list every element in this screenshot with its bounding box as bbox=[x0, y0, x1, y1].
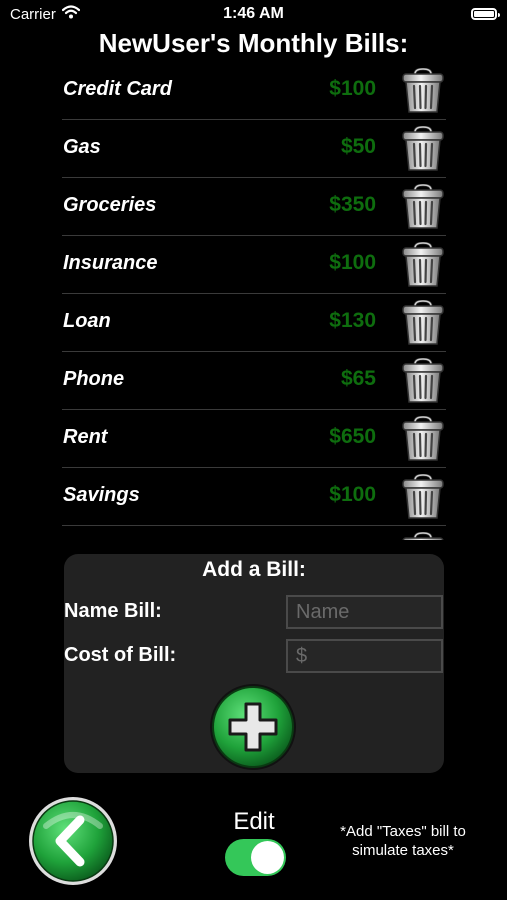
bill-amount: $50 bbox=[340, 135, 376, 158]
battery-icon bbox=[471, 8, 500, 20]
bill-amount: $100 bbox=[329, 483, 376, 506]
trash-icon[interactable] bbox=[400, 126, 446, 172]
bill-amount: $130 bbox=[329, 309, 376, 332]
status-time: 1:46 AM bbox=[223, 5, 284, 22]
bill-name: Loan bbox=[63, 310, 111, 332]
trash-icon[interactable] bbox=[400, 242, 446, 288]
add-bill-title: Add a Bill: bbox=[202, 558, 306, 581]
bill-row[interactable]: Rent $650 bbox=[62, 410, 446, 468]
bills-list[interactable]: Credit Card $100 Gas $50 Groceries $350 Insura… bbox=[62, 62, 446, 540]
bill-name: Groceries bbox=[63, 194, 157, 216]
bill-row[interactable]: Insurance $100 bbox=[62, 236, 446, 294]
bill-name: Insurance bbox=[63, 252, 158, 274]
trash-icon[interactable] bbox=[400, 532, 446, 540]
trash-icon[interactable] bbox=[400, 358, 446, 404]
bill-row[interactable]: Toilet ...$50 bbox=[62, 526, 446, 540]
bill-row[interactable]: Loan $130 bbox=[62, 294, 446, 352]
bill-name: Credit Card bbox=[63, 78, 172, 100]
bill-row[interactable]: Savings $100 bbox=[62, 468, 446, 526]
cost-of-bill-label: Cost of Bill: bbox=[64, 644, 177, 666]
add-bill-panel: Add a Bill: Name Bill: Cost of Bill: bbox=[64, 554, 444, 773]
bill-row[interactable]: Credit Card $100 bbox=[62, 62, 446, 120]
bill-row[interactable]: Groceries $350 bbox=[62, 178, 446, 236]
bill-cost-input[interactable] bbox=[286, 639, 443, 673]
bill-row[interactable]: Gas $50 bbox=[62, 120, 446, 178]
bill-name: Phone bbox=[63, 368, 125, 390]
bill-amount: $650 bbox=[329, 425, 376, 448]
name-bill-label: Name Bill: bbox=[64, 600, 162, 622]
trash-icon[interactable] bbox=[400, 68, 446, 114]
bill-amount: $100 bbox=[329, 77, 376, 100]
trash-icon[interactable] bbox=[400, 300, 446, 346]
status-bar: Carrier 1:46 AM bbox=[0, 0, 507, 30]
edit-label: Edit bbox=[233, 808, 275, 835]
bill-name-input[interactable] bbox=[286, 595, 443, 629]
bill-amount: $100 bbox=[329, 251, 376, 274]
trash-icon[interactable] bbox=[400, 184, 446, 230]
bill-name: Gas bbox=[63, 136, 101, 158]
taxes-note: *Add "Taxes" bill to simulate taxes* bbox=[340, 823, 466, 859]
bill-name: Rent bbox=[63, 426, 108, 448]
bill-amount: $65 bbox=[340, 367, 376, 390]
toggle-knob bbox=[251, 841, 284, 874]
bill-name: Savings bbox=[63, 484, 140, 506]
back-button[interactable] bbox=[28, 796, 118, 886]
edit-toggle[interactable] bbox=[225, 839, 286, 876]
bill-row[interactable]: Phone $65 bbox=[62, 352, 446, 410]
trash-icon[interactable] bbox=[400, 474, 446, 520]
bill-amount: $350 bbox=[329, 193, 376, 216]
page-title: NewUser's Monthly Bills: bbox=[98, 28, 409, 58]
trash-icon[interactable] bbox=[400, 416, 446, 462]
add-bill-button[interactable] bbox=[208, 682, 298, 772]
